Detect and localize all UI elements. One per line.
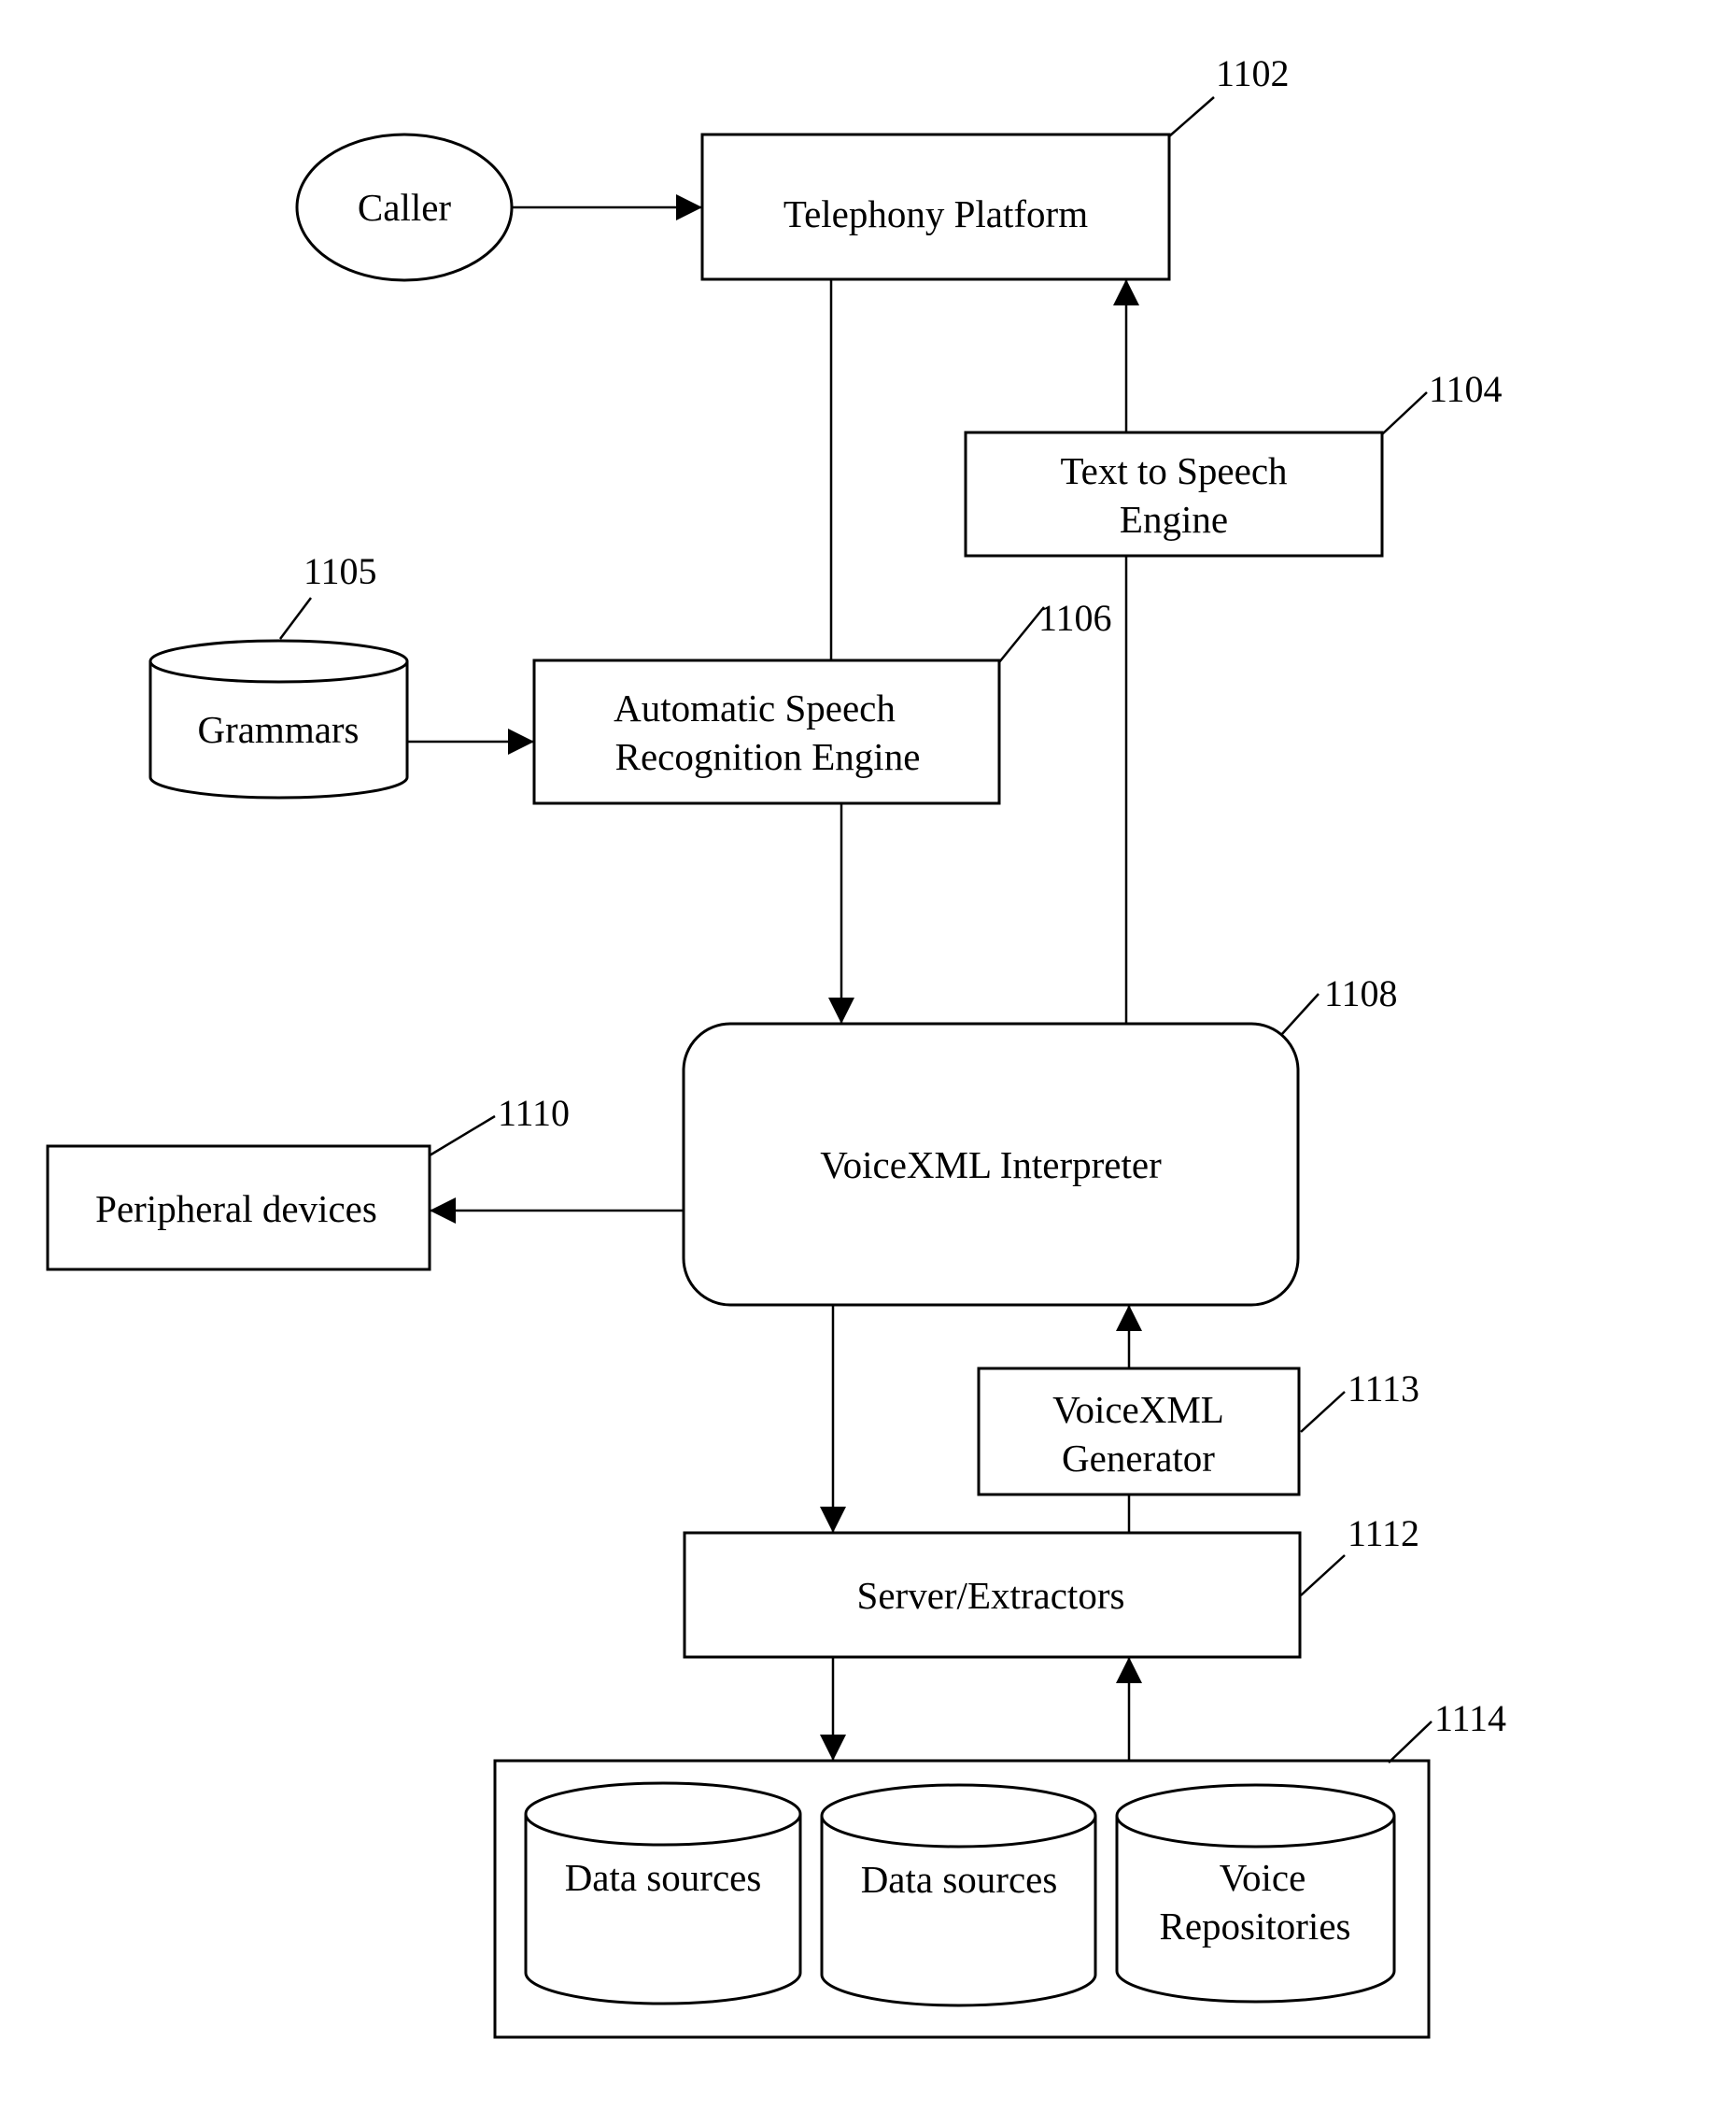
- interpreter-ref: 1108: [1324, 972, 1398, 1014]
- generator-ref: 1113: [1348, 1367, 1419, 1410]
- generator-label-line-2: Generator: [1062, 1437, 1215, 1480]
- node-voicexml-generator: VoiceXML Generator 1113: [977, 1367, 1419, 1496]
- repository-cylinder-data-sources-1: Data sources: [524, 1781, 802, 2005]
- cylinder-label-line-1: Voice: [1220, 1856, 1306, 1899]
- telephony-ref: 1102: [1216, 52, 1290, 94]
- cylinder-label: Data sources: [565, 1856, 762, 1899]
- node-grammars: Grammars 1105: [148, 550, 409, 800]
- telephony-label: Telephony Platform: [783, 192, 1088, 235]
- interpreter-label: VoiceXML Interpreter: [820, 1143, 1162, 1186]
- node-server-extractors: Server/Extractors 1112: [683, 1512, 1419, 1659]
- tts-ref-leader: [1381, 391, 1428, 435]
- telephony-ref-leader: [1168, 96, 1215, 137]
- repository-cylinder-data-sources-2: Data sources: [820, 1783, 1097, 2007]
- asr-box: [532, 659, 1001, 805]
- asr-ref: 1106: [1038, 597, 1112, 639]
- node-peripheral-devices: Peripheral devices 1110: [46, 1092, 570, 1271]
- peripheral-label: Peripheral devices: [95, 1187, 377, 1230]
- server-ref: 1112: [1348, 1512, 1419, 1554]
- tts-label-line-1: Text to Speech: [1060, 449, 1287, 492]
- cylinder-label-line-2: Repositories: [1160, 1905, 1351, 1948]
- caller-label: Caller: [358, 186, 452, 229]
- node-repositories: 1114 Data sources Data sources Voice Rep…: [493, 1697, 1506, 2039]
- asr-ref-leader: [998, 606, 1045, 663]
- grammars-ref: 1105: [303, 550, 377, 592]
- interpreter-ref-leader: [1280, 993, 1320, 1036]
- repository-cylinder-voice-repositories: Voice Repositories: [1115, 1783, 1396, 2004]
- grammars-label: Grammars: [197, 708, 359, 751]
- cylinder-label: Data sources: [861, 1858, 1058, 1901]
- node-telephony-platform: Telephony Platform 1102: [700, 52, 1290, 281]
- peripheral-ref: 1110: [498, 1092, 570, 1134]
- tts-ref: 1104: [1429, 368, 1503, 410]
- cylinder-top: [524, 1781, 802, 1847]
- grammars-ref-leader: [279, 597, 312, 640]
- repositories-ref-leader: [1388, 1721, 1433, 1764]
- node-caller: Caller: [295, 133, 514, 282]
- generator-label-line-1: VoiceXML: [1052, 1388, 1224, 1431]
- node-tts-engine: Text to Speech Engine 1104: [964, 368, 1503, 558]
- grammars-cylinder-top: [148, 639, 409, 684]
- tts-label-line-2: Engine: [1120, 498, 1228, 541]
- cylinder-top: [820, 1783, 1097, 1849]
- block-diagram: Caller Telephony Platform 1102 Text to S…: [46, 52, 1506, 2039]
- generator-ref-leader: [1300, 1391, 1346, 1433]
- repositories-ref: 1114: [1434, 1697, 1506, 1739]
- server-ref-leader: [1300, 1554, 1346, 1596]
- server-label: Server/Extractors: [857, 1574, 1125, 1617]
- asr-label-line-1: Automatic Speech: [614, 687, 896, 730]
- peripheral-ref-leader: [429, 1114, 496, 1157]
- cylinder-top: [1115, 1783, 1396, 1849]
- node-voicexml-interpreter: VoiceXML Interpreter 1108: [682, 972, 1398, 1307]
- asr-label-line-2: Recognition Engine: [615, 735, 921, 778]
- node-asr-engine: Automatic Speech Recognition Engine 1106: [532, 597, 1112, 805]
